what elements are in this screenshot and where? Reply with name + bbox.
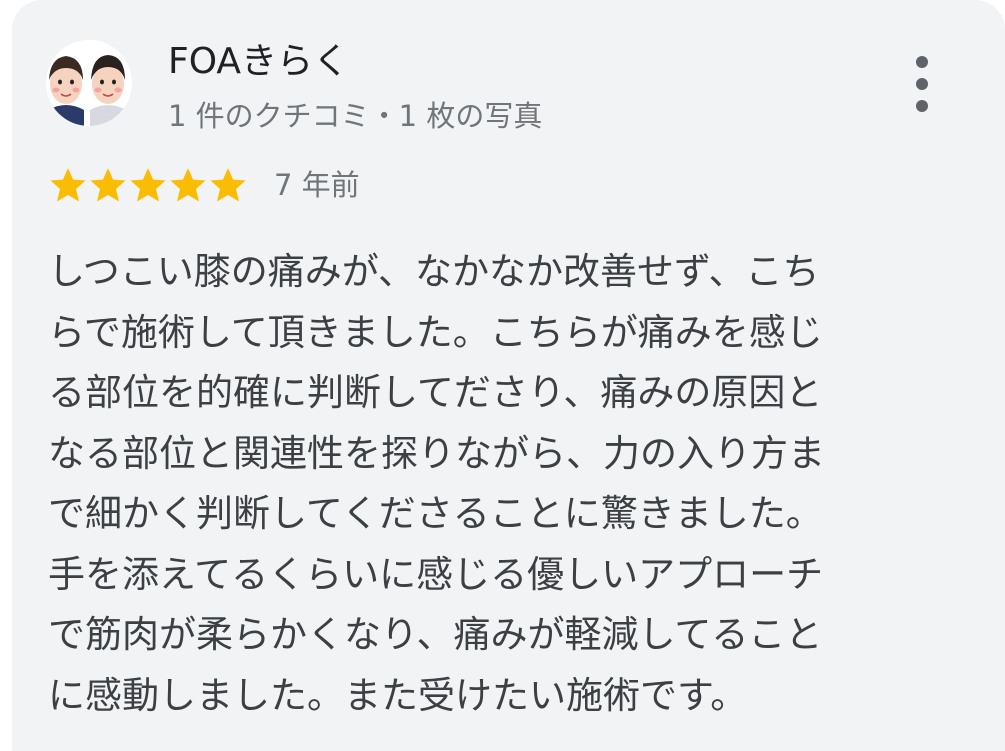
review-text-line: しつこい膝の痛みが、なかなか改善せず、こち	[48, 250, 820, 293]
review-card: FOAきらく 1 件のクチコミ・1 枚の写真 7 年前 しつこい膝の痛みが、なか…	[12, 0, 1005, 751]
more-vert-icon-dot	[916, 78, 928, 90]
star-icon	[88, 165, 128, 205]
review-text: しつこい膝の痛みが、なかなか改善せず、こち らで施術して頂きました。こちらが痛みを…	[48, 242, 948, 726]
author-name[interactable]: FOAきらく	[168, 38, 349, 86]
review-text-line: 手を添えてるくらいに感じる優しいアプローチ	[48, 552, 824, 596]
more-vert-icon-dot	[916, 100, 928, 112]
star-icon	[208, 165, 248, 205]
star-rating	[48, 165, 248, 205]
review-text-line: に感動しました。また受けたい施術です。	[48, 673, 748, 717]
rating-row: 7 年前	[48, 160, 360, 210]
review-text-line: で細かく判断してくださることに驚きました。	[48, 492, 823, 535]
review-text-line: らで施術して頂きました。こちらが痛みを感じ	[48, 310, 823, 354]
more-vert-icon	[916, 56, 928, 68]
avatar-image	[46, 40, 132, 126]
star-icon	[168, 165, 208, 205]
author-meta: 1 件のクチコミ・1 枚の写真	[168, 99, 543, 133]
review-age: 7 年前	[274, 168, 360, 202]
author-avatar[interactable]	[46, 40, 132, 126]
star-icon	[128, 165, 168, 205]
more-options-button[interactable]	[902, 52, 942, 116]
review-text-line: る部位を的確に判断してださり、痛みの原因と	[48, 371, 823, 414]
review-text-line: なる部位と関連性を探りながら、力の入り方ま	[48, 431, 825, 475]
review-text-line: で筋肉が柔らかくなり、痛みが軽減してること	[48, 613, 823, 656]
star-icon	[48, 165, 88, 205]
